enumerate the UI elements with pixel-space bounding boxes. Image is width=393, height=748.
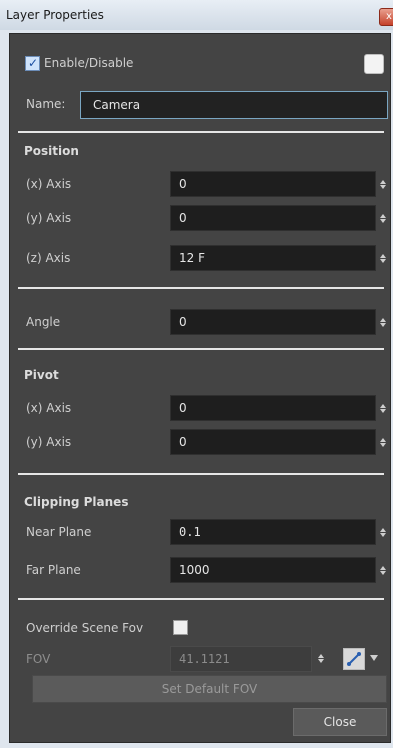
fov-input[interactable]: 41.1121 bbox=[170, 646, 312, 672]
position-z-spinner[interactable] bbox=[378, 251, 388, 265]
window-left-edge bbox=[0, 30, 9, 748]
fov-label: FOV bbox=[26, 652, 51, 666]
near-plane-spinner[interactable] bbox=[378, 525, 388, 539]
far-plane-label: Far Plane bbox=[26, 563, 81, 577]
title-bar: Layer Properties x bbox=[0, 0, 393, 31]
name-label: Name: bbox=[26, 97, 66, 111]
override-fov-label: Override Scene Fov bbox=[26, 621, 144, 635]
enable-checkbox[interactable]: ✓ bbox=[25, 56, 40, 71]
near-plane-label: Near Plane bbox=[26, 525, 92, 539]
color-swatch-button[interactable] bbox=[364, 54, 384, 74]
pivot-y-input[interactable]: 0 bbox=[170, 429, 376, 455]
override-fov-checkbox[interactable] bbox=[173, 620, 188, 635]
position-x-label: (x) Axis bbox=[26, 177, 72, 191]
pivot-section-title: Pivot bbox=[24, 368, 59, 382]
position-x-input[interactable]: 0 bbox=[170, 171, 376, 197]
position-y-label: (y) Axis bbox=[26, 211, 72, 225]
close-icon[interactable]: x bbox=[379, 8, 393, 26]
close-button[interactable]: Close bbox=[293, 708, 387, 736]
window-title: Layer Properties bbox=[6, 8, 104, 22]
link-icon-graphic bbox=[347, 652, 361, 666]
pivot-y-label: (y) Axis bbox=[26, 435, 72, 449]
position-x-spinner[interactable] bbox=[378, 177, 388, 191]
pivot-x-input[interactable]: 0 bbox=[170, 395, 376, 421]
set-default-fov-label: Set Default FOV bbox=[161, 682, 258, 696]
name-input[interactable]: Camera bbox=[80, 91, 388, 119]
separator bbox=[18, 598, 384, 600]
far-plane-spinner[interactable] bbox=[378, 563, 388, 577]
far-plane-input[interactable]: 1000 bbox=[170, 557, 376, 583]
chevron-down-icon[interactable] bbox=[370, 655, 378, 661]
separator bbox=[18, 131, 384, 133]
link-icon[interactable] bbox=[343, 648, 365, 670]
angle-spinner[interactable] bbox=[378, 315, 388, 329]
fov-spinner[interactable] bbox=[316, 651, 326, 665]
layer-properties-panel: ✓ Enable/Disable Name: Camera Position (… bbox=[9, 33, 391, 743]
separator bbox=[18, 348, 384, 350]
pivot-x-label: (x) Axis bbox=[26, 401, 72, 415]
set-default-fov-button[interactable]: Set Default FOV bbox=[32, 675, 387, 703]
enable-label: Enable/Disable bbox=[44, 56, 134, 70]
position-section-title: Position bbox=[24, 144, 79, 158]
separator bbox=[18, 473, 384, 475]
near-plane-input[interactable]: 0.1 bbox=[170, 519, 376, 545]
position-y-spinner[interactable] bbox=[378, 211, 388, 225]
position-z-input[interactable]: 12 F bbox=[170, 245, 376, 271]
angle-label: Angle bbox=[26, 315, 61, 329]
checkmark-icon: ✓ bbox=[28, 56, 39, 70]
position-z-label: (z) Axis bbox=[26, 251, 71, 265]
angle-input[interactable]: 0 bbox=[170, 309, 376, 335]
pivot-y-spinner[interactable] bbox=[378, 435, 388, 449]
separator bbox=[18, 287, 384, 289]
position-y-input[interactable]: 0 bbox=[170, 205, 376, 231]
close-button-label: Close bbox=[323, 715, 357, 729]
clipping-section-title: Clipping Planes bbox=[24, 495, 129, 509]
pivot-x-spinner[interactable] bbox=[378, 401, 388, 415]
